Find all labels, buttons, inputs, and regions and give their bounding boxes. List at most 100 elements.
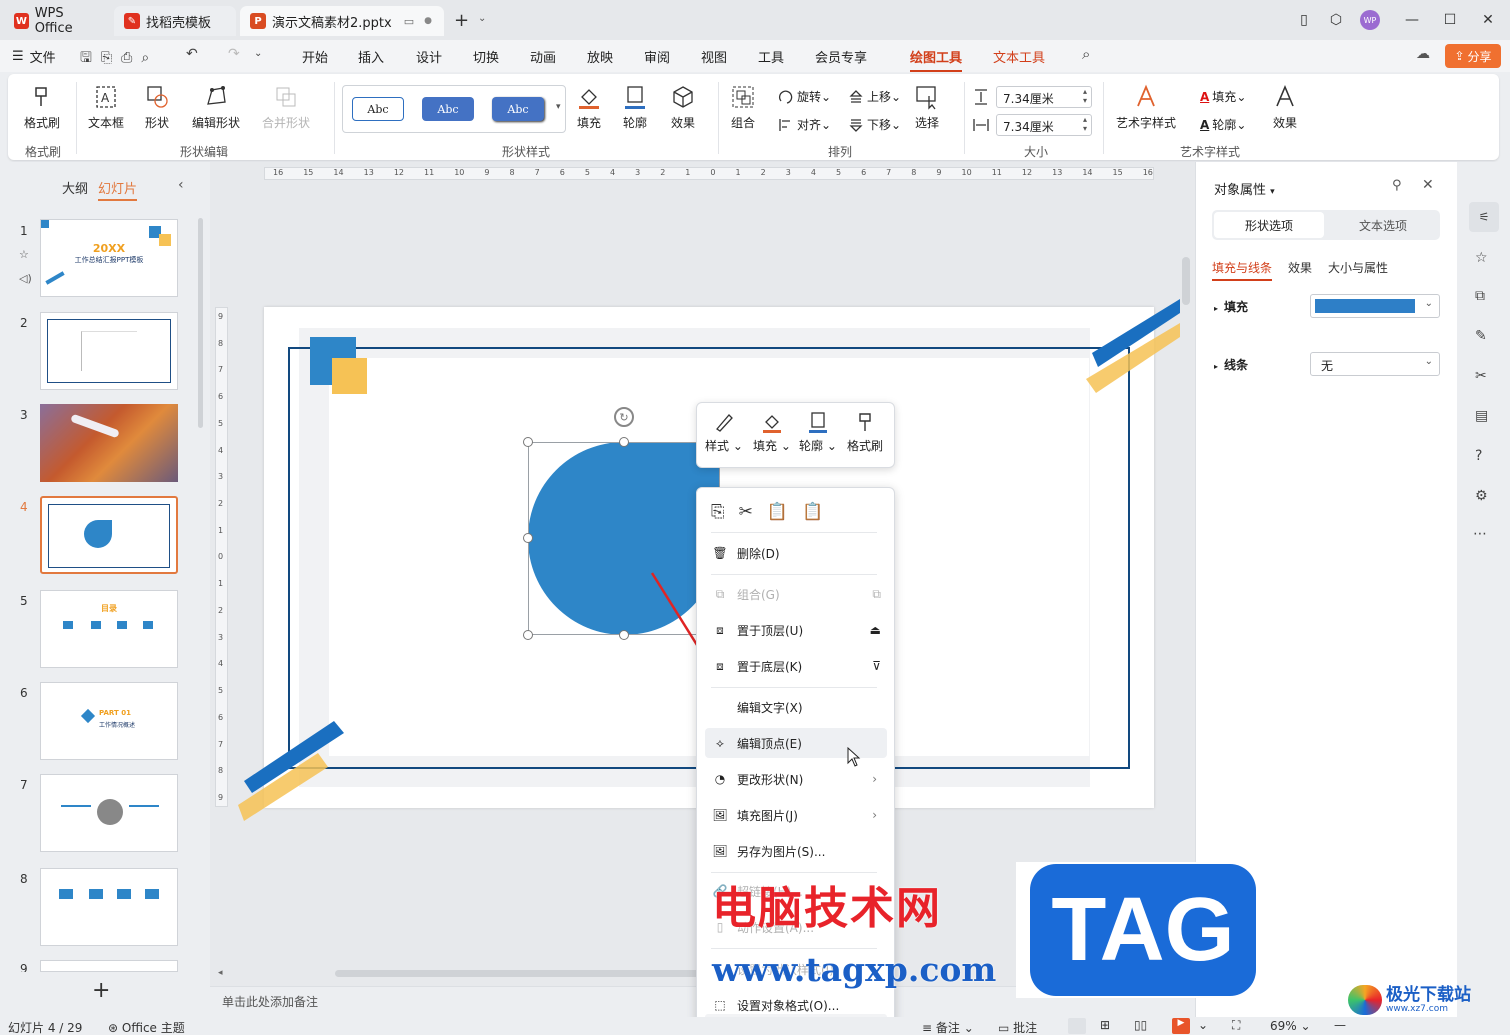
menu-text-tools[interactable]: 文本工具 <box>993 47 1045 66</box>
menu-review[interactable]: 审阅 <box>644 47 670 66</box>
menu-delete[interactable]: 🗑 删除(D) <box>705 538 887 568</box>
book-icon[interactable]: ▤ <box>1475 408 1488 424</box>
merge-shape-button[interactable]: 合并形状 <box>262 84 310 131</box>
slide-thumbnail-4[interactable] <box>40 496 178 574</box>
tab-text-options[interactable]: 文本选项 <box>1328 212 1438 238</box>
resize-handle-s[interactable] <box>619 630 629 640</box>
text-outline-button[interactable]: A 轮廓 ⌄ <box>1200 116 1246 133</box>
share-button[interactable]: ⇪ 分享 <box>1445 44 1501 68</box>
rotate-handle-icon[interactable]: ↻ <box>614 407 634 427</box>
width-input[interactable]: 7.34厘米 ▴ ▾ <box>996 114 1092 136</box>
chevron-down-icon[interactable]: ⌄ <box>478 13 486 24</box>
outline-button[interactable]: 轮廓 <box>622 84 648 131</box>
tab-slides[interactable]: 幻灯片 <box>98 178 138 201</box>
redo-icon[interactable]: ↷ <box>228 46 240 62</box>
cube-icon[interactable]: ⬡ <box>1324 8 1348 32</box>
zoom-out-icon[interactable]: — <box>1334 1018 1346 1032</box>
slide-thumbnail-6[interactable]: PART 01 工作情况概述 <box>40 682 178 760</box>
slide-thumbnail-3[interactable] <box>40 404 178 482</box>
textbox-button[interactable]: A 文本框 <box>88 84 124 131</box>
text-fill-button[interactable]: A 填充 ⌄ <box>1200 88 1246 105</box>
menu-animation[interactable]: 动画 <box>530 47 556 66</box>
layout-icon[interactable]: ▯ <box>1292 8 1316 32</box>
mini-fill-button[interactable]: 填充 ⌄ <box>753 411 791 454</box>
tab-wps-office[interactable]: W WPS Office <box>4 6 110 36</box>
tab-docer[interactable]: ✎ 找稻壳模板 <box>114 6 236 36</box>
menu-save-as-picture[interactable]: 🖼 另存为图片(S)... <box>705 836 887 866</box>
new-tab-button[interactable]: + <box>454 10 469 31</box>
search-icon[interactable]: ⌕ <box>1082 45 1090 63</box>
menu-drawing-tools[interactable]: 绘图工具 <box>910 47 963 72</box>
rotate-button[interactable]: 旋转 ⌄ <box>778 88 831 105</box>
theme-indicator[interactable]: ⊛ Office 主题 <box>108 1019 185 1035</box>
tab-outline[interactable]: 大纲 <box>62 178 88 197</box>
align-button[interactable]: 对齐 ⌄ <box>778 116 831 133</box>
wordart-style-button[interactable]: 艺术字样式 <box>1116 84 1176 131</box>
slide-thumbnail-8[interactable] <box>40 868 178 946</box>
line-section[interactable]: ▸ 线条 <box>1214 356 1248 373</box>
more-icon[interactable]: ⋯ <box>1473 526 1487 542</box>
fill-button[interactable]: 填充 <box>576 84 602 131</box>
play-button[interactable]: ▶ <box>1172 1018 1190 1034</box>
effect-button[interactable]: 效果 <box>670 84 696 131</box>
menu-insert[interactable]: 插入 <box>358 47 384 66</box>
horizontal-scrollbar[interactable] <box>335 970 755 977</box>
menu-view[interactable]: 视图 <box>701 47 727 66</box>
star-icon[interactable]: ☆ <box>1475 250 1488 266</box>
file-menu[interactable]: ☰ 文件 <box>12 47 56 66</box>
bring-forward-button[interactable]: 上移 ⌄ <box>848 88 901 105</box>
add-slide-button[interactable]: + <box>92 978 110 1003</box>
bring-forward-icon[interactable]: ⏏ <box>870 623 881 637</box>
select-button[interactable]: 选择 <box>914 84 940 131</box>
avatar[interactable]: WP <box>1360 10 1380 30</box>
resize-handle-n[interactable] <box>619 437 629 447</box>
tab-shape-options[interactable]: 形状选项 <box>1214 212 1324 238</box>
menu-transition[interactable]: 切换 <box>473 47 499 66</box>
resize-handle-w[interactable] <box>523 533 533 543</box>
menu-tools[interactable]: 工具 <box>758 47 784 66</box>
line-select[interactable]: 无 ⌄ <box>1310 352 1440 376</box>
height-input[interactable]: 7.34厘米 ▴ ▾ <box>996 86 1092 108</box>
slide-thumbnail-9[interactable] <box>40 960 178 972</box>
style-preset-outline[interactable]: Abc <box>352 97 404 121</box>
shape-button[interactable]: 形状 <box>144 84 170 131</box>
paste-icon[interactable]: 📋 <box>767 502 788 522</box>
mini-style-button[interactable]: 样式 ⌄ <box>705 411 743 454</box>
menu-member[interactable]: 会员专享 <box>815 47 867 66</box>
close-pane-icon[interactable]: ✕ <box>1422 177 1434 193</box>
brush-icon[interactable]: ✎ <box>1475 328 1487 344</box>
properties-icon[interactable]: ⚟ <box>1469 202 1499 232</box>
screen-icon[interactable]: ▭ <box>404 15 414 28</box>
ungroup-icon[interactable]: ⧉ <box>872 587 881 602</box>
undo-icon[interactable]: ↶ <box>186 46 198 62</box>
resize-handle-nw[interactable] <box>523 437 533 447</box>
tools-icon[interactable]: ✂ <box>1475 368 1487 384</box>
menu-slideshow[interactable]: 放映 <box>587 47 613 66</box>
audio-icon[interactable]: ◁) <box>19 272 32 285</box>
copy-icon[interactable]: ⎘ <box>711 502 725 522</box>
vertical-scrollbar[interactable] <box>1182 257 1190 305</box>
menu-bring-to-front[interactable]: ⧈ 置于顶层(U) ⏏ <box>705 615 887 645</box>
close-icon[interactable]: ✕ <box>1476 8 1500 32</box>
fit-window-icon[interactable]: ⛶ <box>1232 1018 1240 1033</box>
tab-presentation[interactable]: P 演示文稿素材2.pptx ▭ ● <box>240 6 444 36</box>
maximize-icon[interactable]: ☐ <box>1438 8 1462 32</box>
star-icon[interactable]: ☆ <box>19 248 29 261</box>
subtab-fill-line[interactable]: 填充与线条 <box>1212 259 1273 281</box>
pane-title[interactable]: 对象属性 ▾ <box>1214 179 1275 198</box>
fill-color-select[interactable]: ⌄ <box>1310 294 1440 318</box>
gallery-expand-icon[interactable]: ▾ <box>556 102 561 112</box>
notes-toggle[interactable]: ≡ 备注 ⌄ <box>922 1019 974 1035</box>
mini-outline-button[interactable]: 轮廓 ⌄ <box>799 411 837 454</box>
quick-access-icons[interactable]: 🖫⎘⎙⌕ <box>80 47 158 71</box>
fill-section[interactable]: ▸ 填充 <box>1214 298 1248 315</box>
zoom-level[interactable]: 69% ⌄ <box>1270 1019 1311 1033</box>
play-options-icon[interactable]: ⌄ <box>1198 1018 1208 1032</box>
edit-shape-button[interactable]: 编辑形状 <box>192 84 240 131</box>
pin-icon[interactable]: ⚲ <box>1392 178 1402 193</box>
style-preset-fill[interactable]: Abc <box>422 97 474 121</box>
scroll-left-icon[interactable]: ◂ <box>218 968 223 978</box>
slide-thumbnail-5[interactable]: 目录 <box>40 590 178 668</box>
collapse-pane-icon[interactable]: ‹ <box>178 177 184 193</box>
resize-handle-sw[interactable] <box>523 630 533 640</box>
